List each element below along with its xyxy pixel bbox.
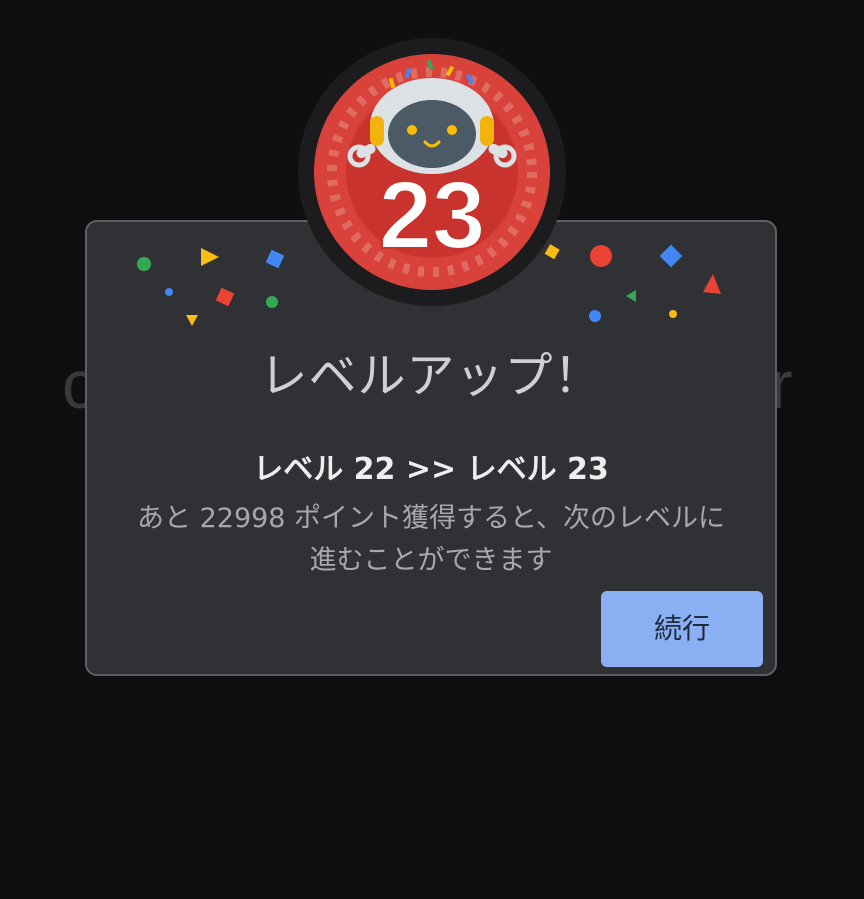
level-number: 23	[379, 162, 486, 269]
confetti-piece	[137, 257, 151, 271]
confetti-piece	[659, 244, 683, 268]
confetti-piece	[703, 274, 721, 294]
confetti-piece	[201, 248, 219, 266]
level-up-screen: c r レベルアップ！ レベル 22 >> レベル 23 あと 22998 ポイ…	[0, 0, 864, 899]
confetti-piece	[165, 288, 173, 296]
confetti-piece	[266, 296, 278, 308]
confetti-piece	[590, 245, 612, 267]
continue-button[interactable]: 続行	[601, 591, 763, 667]
confetti-piece	[265, 249, 285, 269]
confetti-piece	[589, 310, 601, 322]
level-badge-graphic: 23	[298, 38, 566, 306]
confetti-piece	[669, 310, 677, 318]
level-change-text: レベル 22 >> レベル 23	[253, 452, 609, 487]
confetti-piece	[215, 287, 235, 307]
confetti-piece	[626, 290, 636, 302]
level-badge: 23	[298, 38, 566, 306]
dialog-title: レベルアップ！	[259, 348, 603, 404]
confetti-piece	[186, 315, 198, 326]
points-description: あと 22998 ポイント獲得すると、次のレベルに進むことができます	[137, 503, 725, 576]
